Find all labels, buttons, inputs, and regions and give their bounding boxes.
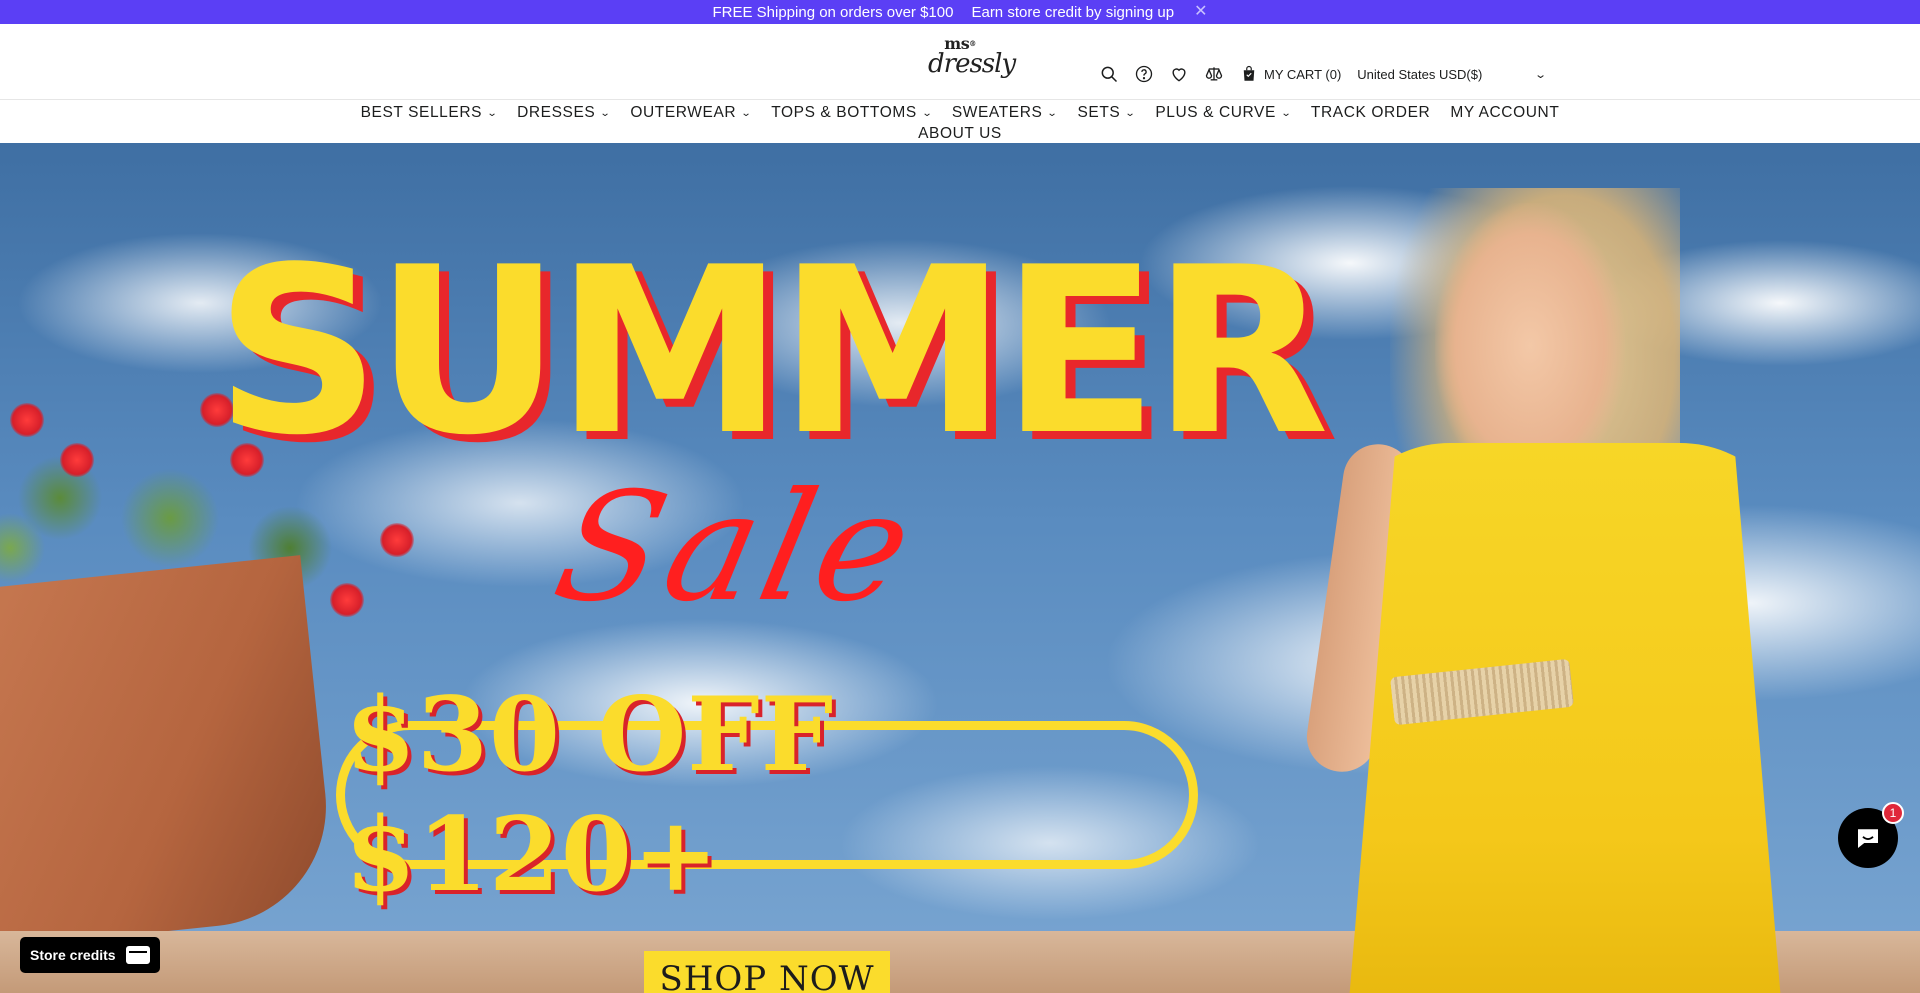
wallet-icon	[125, 946, 150, 964]
hero-banner[interactable]: SUMMER Sale $30 OFF $120+ SHOP NOW	[0, 143, 1920, 993]
header-actions: MY CART (0) United States USD($) ⌄	[1098, 63, 1547, 85]
chevron-down-icon: ⌄	[921, 107, 934, 119]
shop-now-button[interactable]: SHOP NOW	[644, 951, 890, 993]
nav-label: BEST SELLERS	[360, 104, 483, 121]
nav-dresses[interactable]: DRESSES ⌄	[507, 104, 620, 122]
chevron-down-icon: ⌄	[740, 107, 753, 119]
hero-offer-badge: $30 OFF $120+	[336, 675, 1198, 915]
nav-label: DRESSES	[517, 104, 596, 121]
chat-icon	[1858, 829, 1878, 848]
nav-label: PLUS & CURVE	[1155, 104, 1276, 121]
hero-offer-text: $30 OFF $120+	[345, 675, 835, 915]
help-icon[interactable]	[1133, 63, 1155, 85]
hero-script-text: Sale	[541, 461, 932, 635]
flower	[380, 523, 414, 557]
chevron-down-icon: ⌄	[1124, 107, 1137, 119]
nav-best-sellers[interactable]: BEST SELLERS ⌄	[351, 104, 507, 122]
model-face	[1435, 203, 1625, 463]
terracotta-pot	[0, 555, 338, 951]
cart-button[interactable]: MY CART (0)	[1240, 65, 1341, 83]
nav-label: SWEATERS	[951, 104, 1043, 121]
logo-registered-mark: ®	[969, 39, 976, 48]
currency-selector[interactable]: United States USD($) ⌄	[1357, 67, 1547, 82]
store-credits-label: Store credits	[30, 947, 116, 963]
nav-label: ABOUT US	[918, 125, 1002, 142]
close-icon[interactable]: ✕	[1194, 4, 1207, 20]
nav-track-order[interactable]: TRACK ORDER	[1301, 104, 1440, 122]
announcement-bar: FREE Shipping on orders over $100 Earn s…	[0, 0, 1920, 24]
logo-bottom-text: dressly	[928, 49, 1016, 79]
store-credits-button[interactable]: Store credits	[20, 937, 160, 973]
announcement-store-credit[interactable]: Earn store credit by signing up	[971, 4, 1174, 21]
cart-label: MY CART (0)	[1264, 66, 1342, 82]
nav-outerwear[interactable]: OUTERWEAR ⌄	[620, 104, 761, 122]
compare-icon[interactable]	[1203, 63, 1225, 85]
heart-icon[interactable]	[1168, 63, 1190, 85]
chevron-down-icon: ⌄	[1534, 68, 1548, 81]
main-nav: BEST SELLERS ⌄ DRESSES ⌄ OUTERWEAR ⌄ TOPS &…	[0, 100, 1920, 142]
chevron-down-icon: ⌄	[1047, 107, 1059, 119]
chevron-down-icon: ⌄	[486, 107, 499, 119]
search-icon[interactable]	[1098, 63, 1120, 85]
nav-tops-bottoms[interactable]: TOPS & BOTTOMS ⌄	[761, 104, 942, 122]
hero-headline: SUMMER	[215, 219, 1329, 486]
nav-label: TOPS & BOTTOMS	[771, 104, 917, 121]
chevron-down-icon: ⌄	[1280, 107, 1293, 119]
currency-value: United States USD($)	[1357, 66, 1483, 82]
shop-now-label: SHOP NOW	[659, 959, 875, 993]
nav-my-account[interactable]: MY ACCOUNT	[1440, 104, 1569, 122]
nav-label: SETS	[1077, 104, 1121, 121]
chevron-down-icon: ⌄	[599, 107, 612, 119]
site-logo[interactable]: ms® dressly	[928, 36, 1016, 91]
nav-sweaters[interactable]: SWEATERS ⌄	[942, 104, 1068, 122]
nav-label: TRACK ORDER	[1310, 104, 1431, 121]
announcement-free-shipping[interactable]: FREE Shipping on orders over $100	[712, 4, 953, 21]
nav-sets[interactable]: SETS ⌄	[1067, 104, 1145, 122]
flower	[330, 583, 364, 617]
nav-label: MY ACCOUNT	[1450, 104, 1560, 121]
flower	[60, 443, 94, 477]
nav-plus-curve[interactable]: PLUS & CURVE ⌄	[1145, 104, 1301, 122]
nav-about-us[interactable]: ABOUT US	[908, 125, 1012, 143]
chat-notification-badge: 1	[1882, 802, 1904, 824]
cart-icon	[1243, 65, 1255, 81]
flower	[10, 403, 44, 437]
nav-label: OUTERWEAR	[630, 104, 737, 121]
site-header: ms® dressly MY CART (0) United States US…	[0, 24, 1920, 100]
